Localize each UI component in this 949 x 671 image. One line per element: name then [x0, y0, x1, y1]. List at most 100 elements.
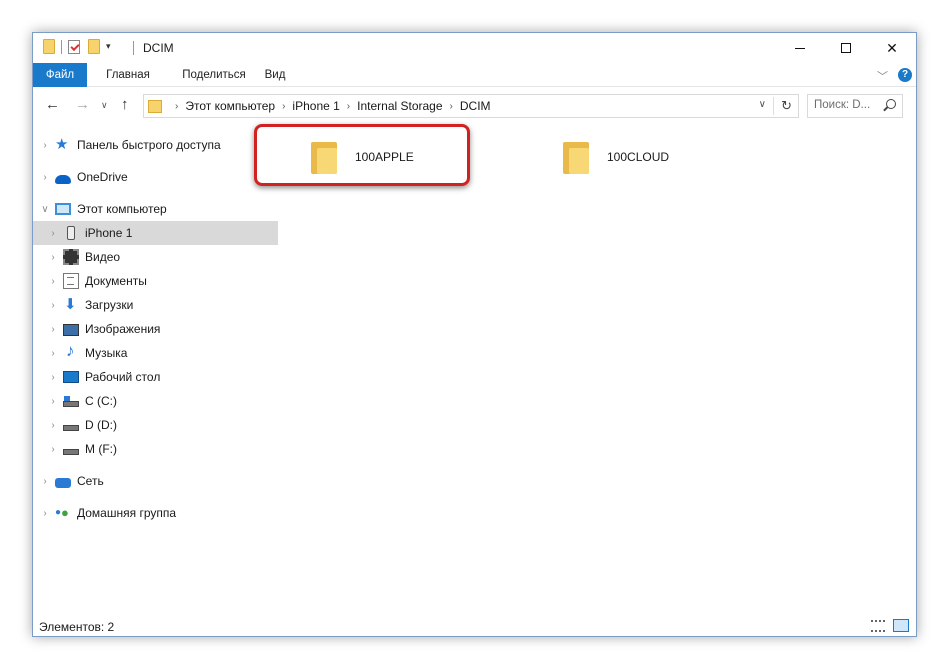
chevron-right-icon[interactable]: › — [47, 372, 59, 383]
ribbon: Файл Главная Поделиться Вид ﹀ ? — [33, 63, 916, 87]
sidebar-item-label: D (D:) — [85, 418, 117, 432]
chevron-right-icon[interactable]: › — [47, 348, 59, 359]
minimize-icon — [795, 47, 805, 49]
sidebar-item-label: Домашняя группа — [77, 506, 177, 520]
chevron-down-icon[interactable]: ∨ — [759, 99, 766, 110]
back-arrow-icon[interactable]: ← — [45, 96, 60, 113]
chevron-right-icon[interactable]: › — [175, 101, 178, 112]
maximize-button[interactable] — [823, 33, 869, 63]
address-bar[interactable]: › Этот компьютер › iPhone 1 › Internal S… — [143, 94, 799, 118]
homegroup-icon — [55, 505, 71, 521]
title-divider — [133, 41, 134, 55]
sidebar-item-desktop[interactable]: › Рабочий стол — [33, 365, 278, 389]
folder-name: 100CLOUD — [607, 150, 670, 164]
chevron-right-icon[interactable]: › — [47, 276, 59, 287]
sidebar-item-video[interactable]: › Видео — [33, 245, 278, 269]
pictures-icon — [63, 324, 79, 336]
sidebar-item-network[interactable]: › Сеть — [33, 469, 278, 493]
title-bar: ▾ DCIM ✕ — [33, 33, 916, 63]
search-icon[interactable] — [886, 99, 896, 109]
sidebar-item-label: C (C:) — [85, 394, 117, 408]
folder-icon[interactable] — [43, 39, 55, 54]
sidebar-item-this-pc[interactable]: ∨ Этот компьютер — [33, 197, 278, 221]
sidebar-item-downloads[interactable]: › Загрузки — [33, 293, 278, 317]
music-icon — [63, 341, 79, 361]
sidebar-item-label: Изображения — [85, 322, 161, 336]
chevron-right-icon[interactable]: › — [39, 508, 51, 519]
chevron-right-icon[interactable]: › — [282, 101, 285, 112]
drive-icon — [63, 396, 79, 407]
cloud-icon — [55, 174, 71, 184]
breadcrumb-internal-storage[interactable]: Internal Storage — [357, 99, 442, 113]
details-view-icon[interactable] — [871, 620, 885, 632]
chevron-right-icon[interactable]: › — [39, 476, 51, 487]
sidebar-item-homegroup[interactable]: › Домашняя группа — [33, 501, 278, 525]
tab-view[interactable]: Вид — [259, 63, 291, 87]
sidebar-item-iphone[interactable]: › iPhone 1 — [33, 221, 278, 245]
tab-file[interactable]: Файл — [33, 63, 87, 87]
folder-icon — [148, 99, 162, 113]
video-icon — [63, 249, 79, 265]
chevron-right-icon[interactable]: › — [47, 228, 59, 239]
sidebar-item-quick-access[interactable]: › Панель быстрого доступа — [33, 133, 278, 157]
new-folder-icon[interactable] — [88, 39, 100, 54]
documents-icon — [63, 273, 79, 289]
desktop-icon — [63, 371, 79, 383]
chevron-down-icon[interactable]: ∨ — [39, 204, 51, 215]
file-list: 100APPLE 100CLOUD — [283, 129, 913, 615]
toolbar-divider — [61, 39, 62, 54]
drive-icon — [63, 425, 79, 431]
chevron-right-icon[interactable]: › — [47, 252, 59, 263]
refresh-icon[interactable]: ↻ — [781, 98, 792, 114]
sidebar-item-label: M (F:) — [85, 442, 117, 456]
sidebar-item-documents[interactable]: › Документы — [33, 269, 278, 293]
sidebar-item-music[interactable]: › Музыка — [33, 341, 278, 365]
breadcrumb-dcim[interactable]: DCIM — [460, 99, 491, 113]
expand-ribbon-icon[interactable]: ﹀ — [877, 68, 888, 84]
sidebar-item-pictures[interactable]: › Изображения — [33, 317, 278, 341]
search-input[interactable]: Поиск: D... — [807, 94, 903, 118]
sidebar-item-drive-d[interactable]: › D (D:) — [33, 413, 278, 437]
up-arrow-icon[interactable]: ↑ — [121, 96, 129, 113]
tab-share[interactable]: Поделиться — [169, 63, 259, 87]
sidebar-item-onedrive[interactable]: › OneDrive — [33, 165, 278, 189]
chevron-right-icon[interactable]: › — [347, 101, 350, 112]
sidebar-item-label: OneDrive — [77, 170, 128, 184]
sidebar-item-drive-c[interactable]: › C (C:) — [33, 389, 278, 413]
chevron-right-icon[interactable]: › — [47, 324, 59, 335]
sidebar-item-label: Панель быстрого доступа — [77, 138, 221, 152]
sidebar-item-label: Загрузки — [85, 298, 134, 312]
breadcrumb-this-pc[interactable]: Этот компьютер — [185, 99, 275, 113]
folder-icon — [563, 140, 589, 174]
chevron-right-icon[interactable]: › — [39, 172, 51, 183]
sidebar-item-drive-f[interactable]: › M (F:) — [33, 437, 278, 461]
chevron-right-icon[interactable]: › — [450, 101, 453, 112]
breadcrumb-iphone[interactable]: iPhone 1 — [292, 99, 339, 113]
large-icons-view-icon[interactable] — [893, 619, 909, 632]
sidebar-item-label: Сеть — [77, 474, 104, 488]
explorer-window: ▾ DCIM ✕ Файл Главная Поделиться Вид ﹀ ?… — [32, 32, 917, 637]
status-bar: Элементов: 2 — [33, 615, 916, 637]
folder-item-100cloud[interactable]: 100CLOUD — [563, 139, 669, 175]
sidebar-item-label: Рабочий стол — [85, 370, 161, 384]
address-divider — [773, 97, 774, 115]
recent-locations-icon[interactable]: ∨ — [101, 100, 108, 111]
properties-icon[interactable] — [68, 39, 80, 54]
window-title: DCIM — [143, 41, 174, 55]
sidebar-item-label: Музыка — [85, 346, 128, 360]
navigation-bar: ← → ∨ ↑ › Этот компьютер › iPhone 1 › In… — [33, 87, 916, 123]
minimize-button[interactable] — [777, 33, 823, 63]
help-icon[interactable]: ? — [898, 68, 912, 82]
highlight-frame — [254, 124, 470, 186]
chevron-right-icon[interactable]: › — [47, 396, 59, 407]
chevron-right-icon[interactable]: › — [47, 444, 59, 455]
search-placeholder: Поиск: D... — [814, 99, 871, 111]
chevron-right-icon[interactable]: › — [39, 140, 51, 151]
close-button[interactable]: ✕ — [869, 33, 915, 63]
chevron-right-icon[interactable]: › — [47, 420, 59, 431]
forward-arrow-icon[interactable]: → — [75, 96, 90, 113]
item-count: Элементов: 2 — [39, 620, 115, 634]
chevron-right-icon[interactable]: › — [47, 300, 59, 311]
customize-toolbar-icon[interactable]: ▾ — [106, 41, 111, 52]
tab-home[interactable]: Главная — [93, 63, 163, 87]
